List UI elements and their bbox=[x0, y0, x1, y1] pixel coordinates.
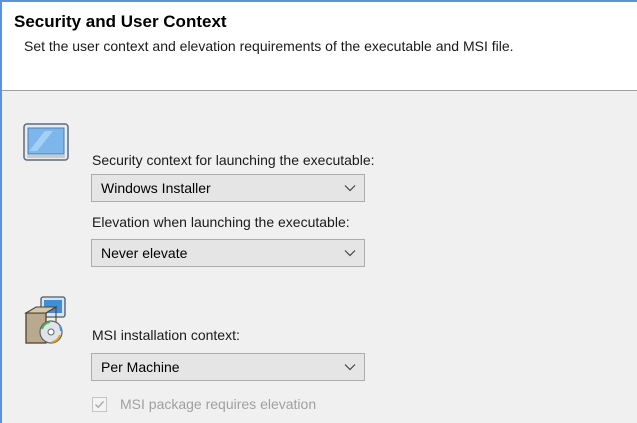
settings-panel: Security context for launching the execu… bbox=[2, 91, 637, 423]
msi-context-value: Per Machine bbox=[101, 359, 180, 375]
security-context-dropdown[interactable]: Windows Installer bbox=[91, 174, 365, 202]
security-context-value: Windows Installer bbox=[101, 180, 211, 196]
window-icon bbox=[23, 123, 69, 168]
checkmark-icon bbox=[95, 401, 105, 409]
elevation-label: Elevation when launching the executable: bbox=[92, 214, 350, 230]
msi-context-label: MSI installation context: bbox=[92, 327, 240, 343]
chevron-down-icon bbox=[344, 250, 356, 257]
msi-context-dropdown[interactable]: Per Machine bbox=[91, 353, 365, 381]
elevation-dropdown[interactable]: Never elevate bbox=[91, 239, 365, 267]
requires-elevation-checkbox[interactable] bbox=[92, 397, 107, 412]
chevron-down-icon bbox=[344, 364, 356, 371]
requires-elevation-label: MSI package requires elevation bbox=[120, 396, 317, 412]
page-title: Security and User Context bbox=[14, 12, 227, 31]
chevron-down-icon bbox=[344, 185, 356, 192]
msi-installer-icon bbox=[24, 296, 72, 351]
elevation-value: Never elevate bbox=[101, 245, 188, 261]
security-context-label: Security context for launching the execu… bbox=[92, 152, 375, 168]
page-header: Security and User Context Set the user c… bbox=[2, 2, 637, 90]
page-subtitle: Set the user context and elevation requi… bbox=[24, 38, 514, 54]
